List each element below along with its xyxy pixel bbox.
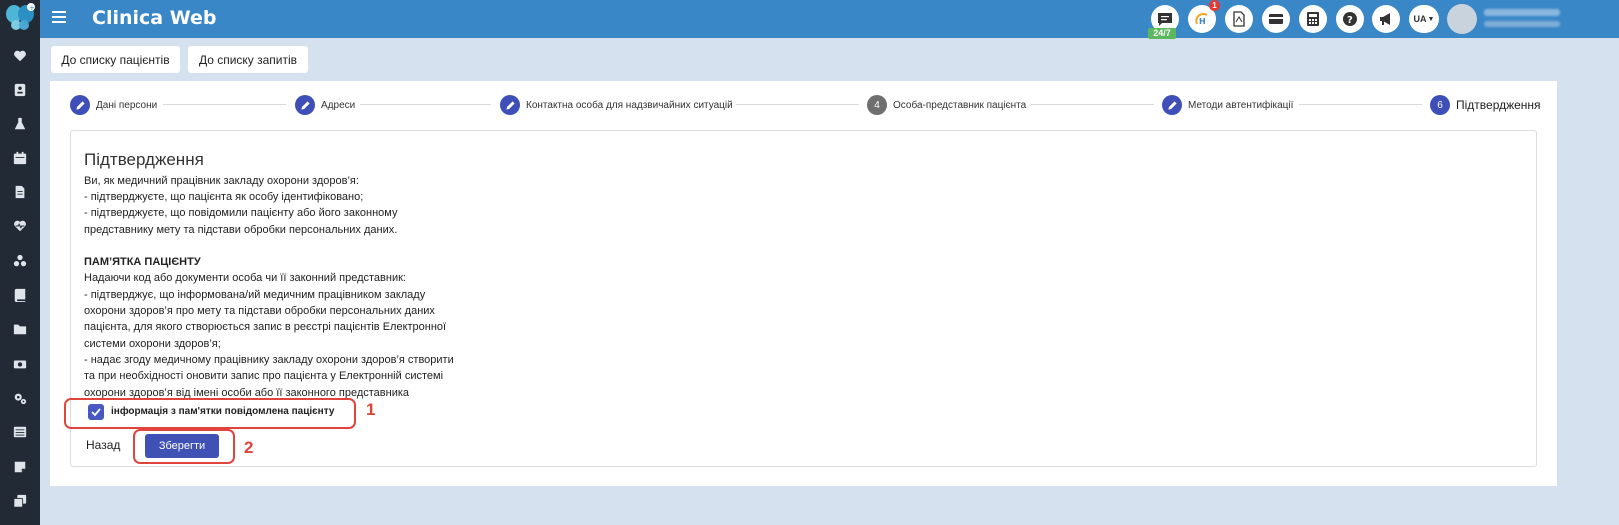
calculator-icon [1307,12,1319,26]
memo-line: та при необхідності оновити запис про па… [84,370,444,382]
annotation-number-1: 1 [366,400,376,419]
step-label: Контактна особа для надзвичайних ситуаці… [526,99,733,111]
intro-line: - підтверджуєте, що повідомили пацієнту … [84,207,398,219]
memo-line: охорони здоров’я про мету та підстави об… [84,305,435,317]
folder-icon[interactable] [11,320,29,338]
credit-card-icon [1269,14,1283,24]
step-label: Особа-представник пацієнта [893,99,1027,111]
pencil-icon [70,95,90,115]
help-icon: ? [1343,12,1357,26]
stepper-connector [736,104,859,105]
annotation-box-2 [133,429,235,464]
chevron-down-icon: ▼ [1427,15,1435,23]
patients-list-button[interactable]: До списку пацієнтів [51,46,180,73]
pdf-button[interactable] [1225,5,1253,33]
memo-line: системи охорони здоров’я; [84,338,221,350]
requests-list-button[interactable]: До списку запитів [188,46,308,73]
user-avatar[interactable] [1447,4,1477,34]
book-icon[interactable] [11,286,29,304]
intro-line: - підтверджуєте, що пацієнта як особу ід… [84,191,364,203]
calculator-button[interactable] [1299,5,1327,33]
step-number: 6 [1430,95,1450,115]
chat-icon [1158,13,1172,26]
memo-line: - підтверджує, що інформована/ий медични… [84,289,426,301]
calendar-icon[interactable] [11,149,29,167]
pencil-icon [295,95,315,115]
svg-text:H: H [1199,17,1206,26]
stepper-connector [1299,104,1422,105]
document-icon[interactable] [11,183,29,201]
step-addresses[interactable]: Адреси [295,95,355,115]
health-logo-icon: H [1195,12,1208,26]
left-sidebar: + [0,0,40,525]
memo-line: - надає згоду медичному працівнику закла… [84,354,454,366]
intro-line: Ви, як медичний працівник закладу охорон… [84,175,359,187]
payment-button[interactable] [1262,5,1290,33]
memo-line: Надаючи код або документи особа чи її за… [84,272,406,284]
svg-text:?: ? [1347,15,1353,26]
pencil-icon [1162,95,1182,115]
annotation-box-1 [64,398,356,429]
step-person-data[interactable]: Дані персони [70,95,157,115]
heartbeat-icon[interactable] [11,217,29,235]
help-button[interactable]: ? [1336,5,1364,33]
people-icon[interactable] [11,252,29,270]
annotation-number-2: 2 [244,438,254,457]
flask-icon[interactable] [11,115,29,133]
stepper-connector [163,104,286,105]
notification-badge: 1 [1209,0,1220,11]
memo-line: пацієнта, для якого створюється запис в … [84,321,447,333]
stepper-connector [1031,104,1154,105]
pencil-icon [500,95,520,115]
step-representative[interactable]: 4 Особа-представник пацієнта [867,95,1026,115]
heart-icon[interactable] [11,47,29,65]
back-button[interactable]: Назад [86,435,120,455]
memo-title: ПАМ’ЯТКА ПАЦІЄНТУ [84,256,201,268]
language-code: UA [1413,14,1427,24]
svg-text:+: + [29,4,35,12]
app-title: Clinica Web [92,7,217,29]
pdf-icon [1233,11,1245,27]
gears-icon[interactable] [11,389,29,407]
step-number: 4 [867,95,887,115]
list-icon[interactable] [11,423,29,441]
support-badge: 24/7 [1148,28,1176,39]
logo-icon[interactable]: + [4,2,36,32]
step-confirmation[interactable]: 6 Підтвердження [1430,95,1541,115]
user-name-redacted[interactable] [1484,9,1560,16]
step-label: Дані персони [96,99,158,111]
step-auth-methods[interactable]: Методи автентифікації [1162,95,1293,115]
step-emergency-contact[interactable]: Контактна особа для надзвичайних ситуаці… [500,95,733,115]
id-card-icon[interactable] [11,81,29,99]
menu-toggle-icon[interactable] [52,11,66,25]
stepper-connector [360,104,491,105]
megaphone-icon [1380,13,1390,25]
step-label: Методи автентифікації [1188,99,1294,111]
intro-line: представнику мету та підстави обробки пе… [84,224,398,236]
step-label: Адреси [321,99,356,111]
announcements-button[interactable] [1372,5,1400,33]
user-role-redacted [1484,21,1560,27]
money-icon[interactable] [11,355,29,373]
copy-icon[interactable] [11,492,29,510]
page-title: Підтвердження [84,150,204,169]
step-label: Підтвердження [1456,98,1541,112]
note-icon[interactable] [11,458,29,476]
language-selector[interactable]: UA ▼ [1409,5,1439,33]
